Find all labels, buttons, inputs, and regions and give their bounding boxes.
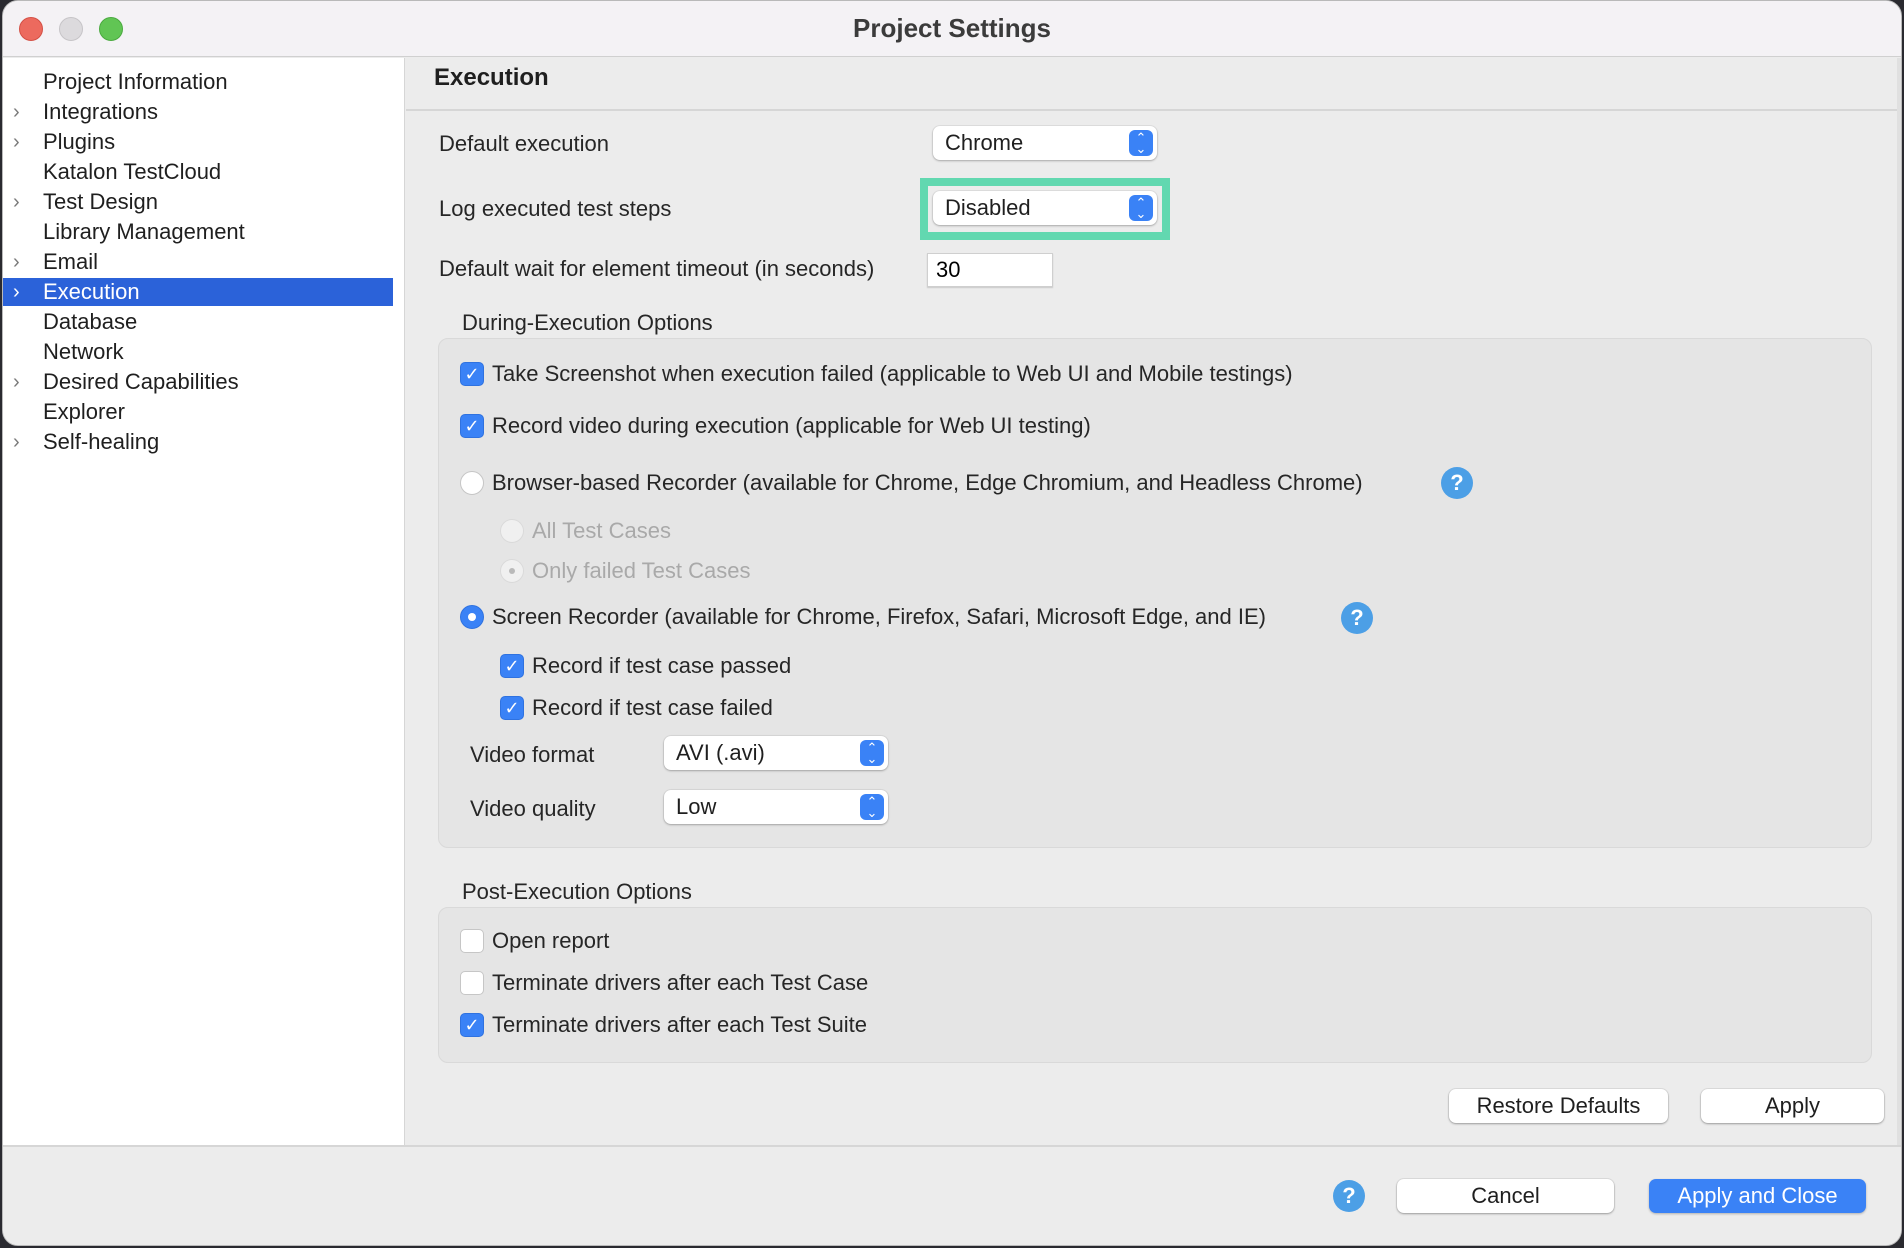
sidebar-item-desired-capabilities[interactable]: › Desired Capabilities bbox=[3, 368, 393, 396]
browser-recorder-label: Browser-based Recorder (available for Ch… bbox=[492, 470, 1363, 495]
during-execution-group: ✓ Take Screenshot when execution failed … bbox=[438, 338, 1872, 848]
open-report-checkbox[interactable] bbox=[460, 929, 484, 953]
default-execution-value: Chrome bbox=[945, 130, 1024, 155]
sidebar-item-label: Katalon TestCloud bbox=[43, 159, 222, 184]
sidebar-item-label: Execution bbox=[43, 279, 140, 304]
only-failed-label: Only failed Test Cases bbox=[532, 558, 751, 583]
log-steps-value: Disabled bbox=[945, 195, 1031, 220]
default-execution-label: Default execution bbox=[439, 131, 609, 156]
screen-recorder-label: Screen Recorder (available for Chrome, F… bbox=[492, 604, 1266, 629]
sidebar-item-database[interactable]: Database bbox=[3, 308, 393, 336]
chevron-right-icon[interactable]: › bbox=[13, 98, 31, 126]
record-video-checkbox[interactable]: ✓ bbox=[460, 414, 484, 438]
sidebar-item-integrations[interactable]: › Integrations bbox=[3, 98, 393, 126]
title-bar: Project Settings bbox=[3, 1, 1901, 57]
chevron-right-icon[interactable]: › bbox=[13, 188, 31, 216]
only-failed-radio bbox=[500, 559, 524, 583]
project-settings-window: Project Settings Project Information › Int… bbox=[2, 0, 1902, 1246]
select-arrows-icon: ⌃ ⌄ bbox=[1129, 130, 1153, 156]
browser-recorder-help-icon[interactable]: ? bbox=[1441, 467, 1473, 499]
video-quality-select[interactable]: Low ⌃ ⌄ bbox=[664, 790, 888, 824]
sidebar-item-self-healing[interactable]: › Self-healing bbox=[3, 428, 393, 456]
sidebar-item-label: Test Design bbox=[43, 189, 158, 214]
select-arrows-icon: ⌃ ⌄ bbox=[860, 740, 884, 766]
settings-tree: Project Information › Integrations › Plugins… bbox=[3, 58, 405, 1145]
timeout-input[interactable] bbox=[927, 253, 1053, 287]
window-title: Project Settings bbox=[853, 13, 1051, 43]
timeout-label: Default wait for element timeout (in sec… bbox=[439, 256, 875, 281]
record-failed-label: Record if test case failed bbox=[532, 695, 773, 720]
dialog-footer: ? Cancel Apply and Close bbox=[3, 1145, 1901, 1245]
help-icon[interactable]: ? bbox=[1333, 1180, 1365, 1212]
screen-recorder-help-icon[interactable]: ? bbox=[1341, 602, 1373, 634]
sidebar-item-email[interactable]: › Email bbox=[3, 248, 393, 276]
post-execution-title: Post-Execution Options bbox=[462, 879, 692, 904]
video-format-value: AVI (.avi) bbox=[676, 740, 765, 765]
terminate-suite-label: Terminate drivers after each Test Suite bbox=[492, 1012, 867, 1037]
sidebar-item-label: Plugins bbox=[43, 129, 116, 154]
record-failed-checkbox[interactable]: ✓ bbox=[500, 696, 524, 720]
terminate-case-label: Terminate drivers after each Test Case bbox=[492, 970, 869, 995]
video-quality-value: Low bbox=[676, 794, 717, 819]
chevron-right-icon[interactable]: › bbox=[13, 368, 31, 396]
terminate-suite-checkbox[interactable]: ✓ bbox=[460, 1013, 484, 1037]
sidebar-item-label: Project Information bbox=[43, 69, 228, 94]
take-screenshot-label: Take Screenshot when execution failed (a… bbox=[492, 361, 1293, 386]
sidebar-item-label: Library Management bbox=[43, 219, 245, 244]
apply-button[interactable]: Apply bbox=[1701, 1089, 1884, 1123]
sidebar-item-explorer[interactable]: Explorer bbox=[3, 398, 393, 426]
sidebar-item-execution[interactable]: › Execution bbox=[3, 278, 393, 306]
video-format-select[interactable]: AVI (.avi) ⌃ ⌄ bbox=[664, 736, 888, 770]
sidebar-item-test-design[interactable]: › Test Design bbox=[3, 188, 393, 216]
chevron-right-icon[interactable]: › bbox=[13, 428, 31, 456]
sidebar-item-label: Network bbox=[43, 339, 124, 364]
log-steps-select[interactable]: Disabled ⌃ ⌄ bbox=[933, 191, 1157, 225]
page-title: Execution bbox=[434, 64, 549, 91]
header-divider bbox=[406, 109, 1901, 111]
sidebar-item-plugins[interactable]: › Plugins bbox=[3, 128, 393, 156]
chevron-right-icon[interactable]: › bbox=[13, 128, 31, 156]
log-steps-label: Log executed test steps bbox=[439, 196, 672, 221]
browser-recorder-radio[interactable] bbox=[460, 471, 484, 495]
sidebar-item-label: Integrations bbox=[43, 99, 158, 124]
video-format-label: Video format bbox=[470, 742, 595, 767]
screen-recorder-radio[interactable] bbox=[460, 605, 484, 629]
sidebar-item-label: Email bbox=[43, 249, 99, 274]
select-arrows-icon: ⌃ ⌄ bbox=[860, 794, 884, 820]
settings-page: Execution Default execution Chrome ⌃ ⌄ Lo… bbox=[406, 58, 1901, 1145]
restore-defaults-button[interactable]: Restore Defaults bbox=[1449, 1089, 1668, 1123]
terminate-case-checkbox[interactable] bbox=[460, 971, 484, 995]
sidebar-item-label: Database bbox=[43, 309, 138, 334]
chevron-right-icon[interactable]: › bbox=[13, 248, 31, 276]
apply-and-close-button[interactable]: Apply and Close bbox=[1649, 1179, 1866, 1213]
sidebar-item-label: Explorer bbox=[43, 399, 125, 424]
scrollbar[interactable] bbox=[1897, 58, 1901, 1145]
chevron-right-icon[interactable]: › bbox=[13, 278, 31, 306]
all-test-cases-radio bbox=[500, 519, 524, 543]
during-execution-title: During-Execution Options bbox=[462, 310, 713, 335]
record-passed-label: Record if test case passed bbox=[532, 653, 792, 678]
all-test-cases-label: All Test Cases bbox=[532, 518, 671, 543]
video-quality-label: Video quality bbox=[470, 796, 596, 821]
default-execution-select[interactable]: Chrome ⌃ ⌄ bbox=[933, 126, 1157, 160]
sidebar-item-library-management[interactable]: Library Management bbox=[3, 218, 393, 246]
sidebar-item-network[interactable]: Network bbox=[3, 338, 393, 366]
cancel-button[interactable]: Cancel bbox=[1397, 1179, 1614, 1213]
record-passed-checkbox[interactable]: ✓ bbox=[500, 654, 524, 678]
open-report-label: Open report bbox=[492, 928, 610, 953]
sidebar-item-katalon-testcloud[interactable]: Katalon TestCloud bbox=[3, 158, 393, 186]
post-execution-group: Open report Terminate drivers after each… bbox=[438, 907, 1872, 1063]
sidebar-item-label: Desired Capabilities bbox=[43, 369, 239, 394]
record-video-label: Record video during execution (applicabl… bbox=[492, 413, 1091, 438]
select-arrows-icon: ⌃ ⌄ bbox=[1129, 195, 1153, 221]
take-screenshot-checkbox[interactable]: ✓ bbox=[460, 362, 484, 386]
sidebar-item-project-information[interactable]: Project Information bbox=[3, 68, 393, 96]
sidebar-item-label: Self-healing bbox=[43, 429, 160, 454]
